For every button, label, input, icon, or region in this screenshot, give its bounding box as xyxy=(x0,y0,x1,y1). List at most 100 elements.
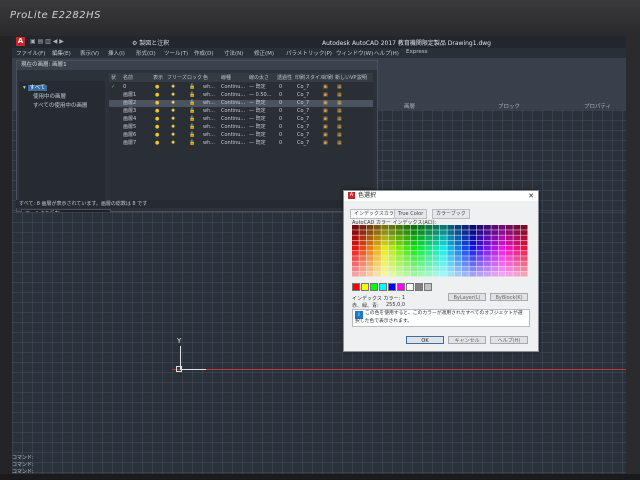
aci-color-cell[interactable] xyxy=(447,240,455,246)
aci-color-cell[interactable] xyxy=(513,261,521,267)
aci-color-cell[interactable] xyxy=(359,230,367,235)
aci-color-cell[interactable] xyxy=(359,245,367,251)
aci-color-cell[interactable] xyxy=(491,240,499,246)
aci-color-cell[interactable] xyxy=(425,266,433,272)
aci-color-cell[interactable] xyxy=(374,266,381,272)
aci-color-cell[interactable] xyxy=(484,261,491,267)
aci-color-cell[interactable] xyxy=(418,251,425,256)
aci-color-cell[interactable] xyxy=(491,256,499,261)
aci-color-cell[interactable] xyxy=(454,245,462,251)
aci-color-cell[interactable] xyxy=(403,225,411,230)
aci-color-cell[interactable] xyxy=(476,235,484,241)
col-linetype[interactable]: 線種 xyxy=(221,74,231,81)
aci-color-cell[interactable] xyxy=(381,230,389,235)
aci-color-cell[interactable] xyxy=(520,225,528,230)
menu-edit[interactable]: 編集(E) xyxy=(52,49,71,57)
standard-color-swatch[interactable] xyxy=(361,283,369,291)
layer-lock-icon[interactable]: 🔓 xyxy=(189,140,195,147)
aci-color-cell[interactable] xyxy=(440,266,447,272)
aci-color-cell[interactable] xyxy=(396,240,403,246)
workspace-switcher[interactable]: ⚙ 製図と注釈 xyxy=(132,38,169,47)
standard-color-swatch[interactable] xyxy=(397,283,405,291)
aci-color-cell[interactable] xyxy=(454,261,462,267)
menu-tools[interactable]: ツール(T) xyxy=(164,49,188,57)
aci-color-cell[interactable] xyxy=(506,245,513,251)
cancel-button[interactable]: キャンセル xyxy=(448,336,486,344)
aci-color-cell[interactable] xyxy=(388,230,396,235)
aci-color-cell[interactable] xyxy=(440,256,447,261)
menu-parametric[interactable]: パラメトリック(P) xyxy=(286,49,332,57)
aci-color-cell[interactable] xyxy=(374,256,381,261)
ok-button[interactable]: OK xyxy=(406,336,444,344)
aci-color-cell[interactable] xyxy=(440,271,447,277)
aci-color-cell[interactable] xyxy=(381,225,389,230)
aci-color-cell[interactable] xyxy=(374,225,381,230)
aci-color-cell[interactable] xyxy=(359,225,367,230)
aci-color-cell[interactable] xyxy=(440,235,447,241)
layer-plot-icon[interactable]: ▣ xyxy=(323,132,328,139)
aci-color-cell[interactable] xyxy=(410,266,418,272)
aci-color-cell[interactable] xyxy=(388,271,396,277)
aci-color-cell[interactable] xyxy=(381,271,389,277)
aci-color-cell[interactable] xyxy=(410,245,418,251)
aci-color-cell[interactable] xyxy=(410,240,418,246)
aci-color-cell[interactable] xyxy=(352,225,359,230)
layer-plot-icon[interactable]: ▣ xyxy=(323,140,328,147)
menu-format[interactable]: 形式(O) xyxy=(136,49,156,57)
aci-color-cell[interactable] xyxy=(366,251,374,256)
aci-color-cell[interactable] xyxy=(484,271,491,277)
aci-color-cell[interactable] xyxy=(403,251,411,256)
aci-color-cell[interactable] xyxy=(352,261,359,267)
aci-color-cell[interactable] xyxy=(454,230,462,235)
aci-color-cell[interactable] xyxy=(352,266,359,272)
aci-color-cell[interactable] xyxy=(491,225,499,230)
standard-color-swatch[interactable] xyxy=(352,283,360,291)
aci-color-cell[interactable] xyxy=(469,245,477,251)
layer-on-icon[interactable]: ● xyxy=(155,116,159,123)
layer-on-icon[interactable]: ● xyxy=(155,108,159,115)
menu-view[interactable]: 表示(V) xyxy=(80,49,99,57)
aci-color-cell[interactable] xyxy=(418,240,425,246)
layer-lock-icon[interactable]: 🔓 xyxy=(189,108,195,115)
aci-color-cell[interactable] xyxy=(484,225,491,230)
aci-color-cell[interactable] xyxy=(447,225,455,230)
aci-color-cell[interactable] xyxy=(359,251,367,256)
aci-color-cell[interactable] xyxy=(498,271,506,277)
aci-color-cell[interactable] xyxy=(484,245,491,251)
aci-color-cell[interactable] xyxy=(462,230,469,235)
aci-color-cell[interactable] xyxy=(440,261,447,267)
col-lock[interactable]: ロック xyxy=(187,74,202,81)
aci-color-cell[interactable] xyxy=(506,251,513,256)
layer-row[interactable]: 画層6 ● ✹ 🔓 wh... Continu... — 既定 0 Co_7 ▣ ▦ xyxy=(109,132,373,139)
aci-color-cell[interactable] xyxy=(418,225,425,230)
aci-color-cell[interactable] xyxy=(520,240,528,246)
aci-color-cell[interactable] xyxy=(447,251,455,256)
col-freeze[interactable]: フリーズ xyxy=(167,74,187,81)
aci-color-cell[interactable] xyxy=(396,235,403,241)
aci-color-cell[interactable] xyxy=(484,240,491,246)
layer-plot-icon[interactable]: ▣ xyxy=(323,124,328,131)
filter-used-layers[interactable]: 使用中の画層 xyxy=(33,92,66,100)
standard-color-swatch[interactable] xyxy=(388,283,396,291)
aci-color-cell[interactable] xyxy=(447,266,455,272)
aci-color-cell[interactable] xyxy=(396,251,403,256)
aci-color-cell[interactable] xyxy=(410,235,418,241)
col-plotstyle[interactable]: 印刷スタイル xyxy=(295,74,325,81)
aci-color-cell[interactable] xyxy=(513,266,521,272)
layer-row[interactable]: ✓ 0 ● ✹ 🔓 wh... Continu... — 既定 0 Co_7 ▣ ▦ xyxy=(109,84,373,91)
aci-color-cell[interactable] xyxy=(440,230,447,235)
aci-color-cell[interactable] xyxy=(440,240,447,246)
aci-color-cell[interactable] xyxy=(381,261,389,267)
aci-color-cell[interactable] xyxy=(432,261,440,267)
aci-color-cell[interactable] xyxy=(432,235,440,241)
aci-color-cell[interactable] xyxy=(403,235,411,241)
layer-row[interactable]: 画層3 ● ✹ 🔓 wh... Continu... — 既定 0 Co_7 ▣ ▦ xyxy=(109,108,373,115)
tab-color-books[interactable]: カラーブック xyxy=(432,209,470,219)
aci-color-cell[interactable] xyxy=(388,240,396,246)
aci-color-cell[interactable] xyxy=(396,225,403,230)
aci-color-cell[interactable] xyxy=(374,240,381,246)
aci-color-cell[interactable] xyxy=(506,225,513,230)
col-newvp[interactable]: 新しいVP xyxy=(335,74,356,81)
help-button[interactable]: ヘルプ(H) xyxy=(490,336,528,344)
aci-color-cell[interactable] xyxy=(469,271,477,277)
